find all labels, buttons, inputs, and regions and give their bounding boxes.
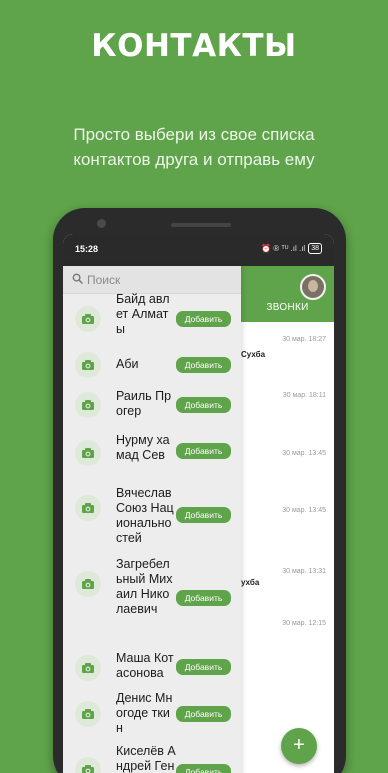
calls-header: ЗВОНКИ (241, 266, 334, 324)
add-contact-button[interactable]: Добавить (176, 357, 231, 373)
phone-frame: 15:28 ⏰ ® ᵀᵁ .ıl .ıl 38 ЗВОНКИ 30 мар. 1… (53, 208, 346, 773)
call-name: Сухба (241, 350, 266, 359)
add-contact-button[interactable]: Добавить (176, 507, 231, 523)
page-title: КОНТАКТЫ (91, 28, 297, 64)
tab-calls[interactable]: ЗВОНКИ (241, 302, 334, 313)
camera-icon (75, 757, 101, 773)
subtitle-line-2: контактов друга и отправь ему (73, 150, 315, 169)
add-contact-button[interactable]: Добавить (176, 764, 231, 773)
status-indicators: ⏰ ® ᵀᵁ .ıl .ıl (261, 244, 306, 253)
status-time: 15:28 (75, 244, 99, 254)
camera-icon (75, 655, 101, 681)
call-name: ухба (241, 578, 260, 587)
search-input[interactable] (87, 270, 227, 290)
call-time: 30 мар. 13:31 (282, 568, 326, 575)
calls-panel: ЗВОНКИ 30 мар. 18:27 Сухба 30 мар. 18:11… (241, 266, 334, 773)
add-contact-button[interactable]: Добавить (176, 397, 231, 413)
call-time: 30 мар. 13:45 (282, 507, 326, 514)
phone-screen: 15:28 ⏰ ® ᵀᵁ .ıl .ıl 38 ЗВОНКИ 30 мар. 1… (63, 234, 334, 773)
camera-icon (75, 701, 101, 727)
camera-icon (75, 352, 101, 378)
contact-name: Киселёв Андрей Геннадьевич (116, 744, 176, 773)
camera-icon (75, 306, 101, 332)
subtitle-line-1: Просто выбери из свое списка (73, 125, 315, 144)
camera-icon (75, 495, 101, 521)
front-camera (97, 219, 106, 228)
camera-icon (75, 440, 101, 466)
camera-icon (75, 571, 101, 597)
call-time: 30 мар. 18:11 (282, 392, 326, 399)
add-contact-button[interactable]: Добавить (176, 706, 231, 722)
add-fab-button[interactable]: + (281, 728, 317, 764)
add-contact-button[interactable]: Добавить (176, 443, 231, 459)
avatar[interactable] (300, 274, 326, 300)
search-bar[interactable] (63, 266, 241, 294)
tab-indicator (241, 322, 334, 324)
contacts-panel: Байд авлет Алматы Добавить Аби Добавить … (63, 266, 241, 773)
contact-name: Нурму хамад Сев (116, 433, 170, 462)
call-time: 30 мар. 18:27 (282, 336, 326, 343)
contact-name: Маша Котасонова (116, 651, 174, 680)
contact-name: Байд авлет Алматы (116, 292, 170, 336)
search-icon (72, 273, 83, 284)
add-contact-button[interactable]: Добавить (176, 590, 231, 606)
camera-icon (75, 392, 101, 418)
contact-name: Раиль Прогер (116, 389, 172, 418)
add-contact-button[interactable]: Добавить (176, 311, 231, 327)
speaker-grille (171, 223, 231, 227)
contact-name: Аби (116, 357, 139, 371)
status-icons: ⏰ ® ᵀᵁ .ıl .ıl 38 (261, 243, 322, 254)
contact-name: Вячеслав Союз Национальностей (116, 486, 174, 545)
add-contact-button[interactable]: Добавить (176, 659, 231, 675)
battery-icon: 38 (308, 243, 322, 254)
contact-name: Денис Многоде ткин (116, 691, 173, 735)
call-time: 30 мар. 12:15 (282, 620, 326, 627)
status-bar: 15:28 ⏰ ® ᵀᵁ .ıl .ıl 38 (63, 234, 334, 266)
page-subtitle: Просто выбери из свое списка контактов д… (30, 122, 358, 172)
contact-name: Загребельный Михаил Николаевич (116, 557, 173, 616)
call-time: 30 мар. 13:45 (282, 450, 326, 457)
